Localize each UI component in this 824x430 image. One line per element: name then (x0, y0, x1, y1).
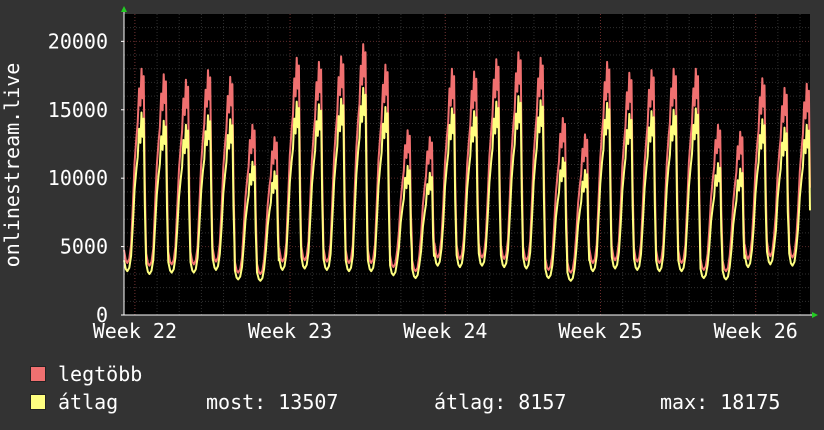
x-tick-label: Week 25 (558, 319, 642, 343)
legend-swatch-max (30, 366, 46, 382)
y-tick-label: 20000 (48, 29, 108, 53)
stat-current-label: most: (206, 390, 267, 414)
y-tick-label: 10000 (48, 166, 108, 190)
stat-average-label: átlag: (434, 390, 507, 414)
y-tick-label: 5000 (60, 235, 108, 259)
x-tick-label: Week 22 (93, 319, 177, 343)
y-axis-arrow-icon (121, 6, 127, 12)
legend-swatch-avg (30, 394, 46, 410)
y-tick-label: 15000 (48, 98, 108, 122)
x-axis-arrow-icon (812, 312, 818, 318)
stat-average-value: 8157 (518, 390, 567, 414)
traffic-chart: 05000100001500020000 Week 22 Week 23 Week … (0, 6, 818, 343)
x-tick-label: Week 23 (248, 319, 332, 343)
x-tick-label: Week 24 (403, 319, 487, 343)
stat-max-label: max: (660, 390, 709, 414)
legend-label-max: legtöbb (58, 362, 143, 386)
stat-max-value: 18175 (720, 390, 781, 414)
stat-current: most: 13507 (206, 390, 338, 414)
legend-label-avg: átlag (58, 390, 119, 414)
x-tick-labels: Week 22 Week 23 Week 24 Week 25 Week 26 (93, 319, 798, 343)
stat-average: átlag: 8157 (434, 390, 566, 414)
stat-current-value: 13507 (278, 390, 339, 414)
stat-max: max: 18175 (660, 390, 780, 414)
y-tick-labels: 05000100001500020000 (48, 29, 108, 327)
x-tick-label: Week 26 (714, 319, 798, 343)
y-axis-label: onlinestream.live (0, 63, 24, 268)
